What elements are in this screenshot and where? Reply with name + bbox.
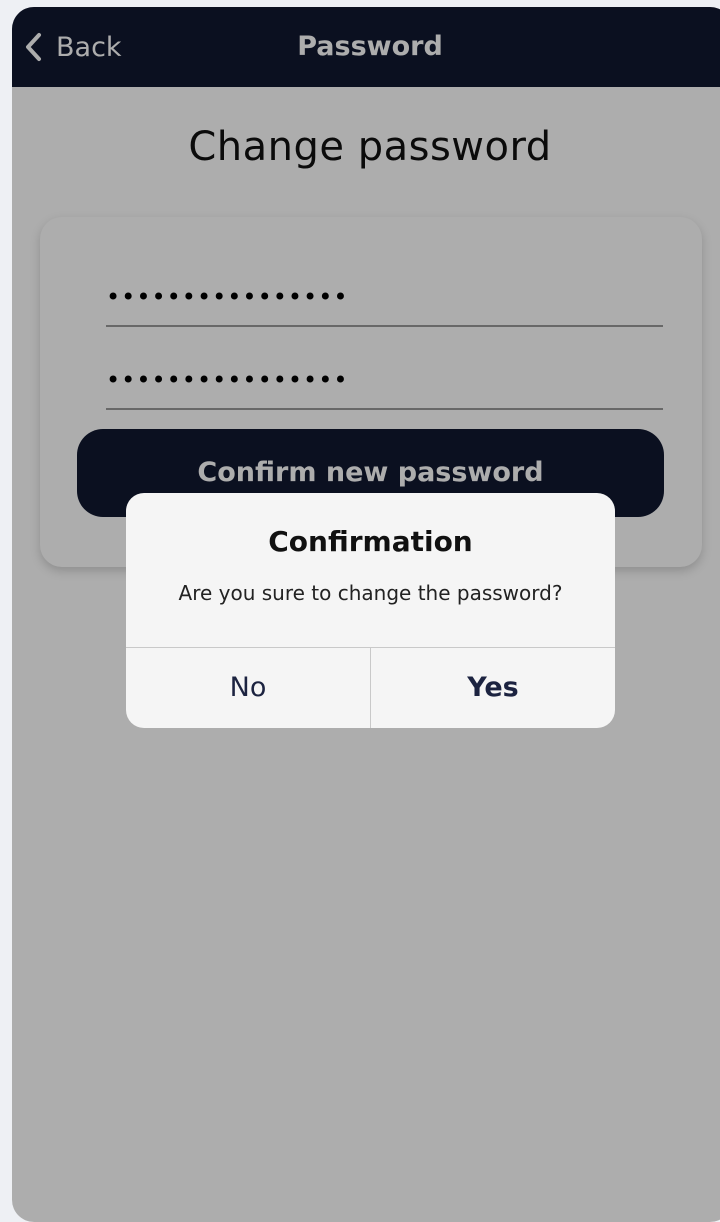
app-screen: Back Password Change password ••••••••••… (12, 7, 720, 1222)
dialog-title: Confirmation (268, 525, 473, 558)
confirmation-dialog: Confirmation Are you sure to change the … (126, 493, 615, 728)
dialog-message: Are you sure to change the password? (178, 581, 563, 605)
no-button[interactable]: No (126, 648, 370, 728)
yes-button[interactable]: Yes (371, 648, 615, 728)
